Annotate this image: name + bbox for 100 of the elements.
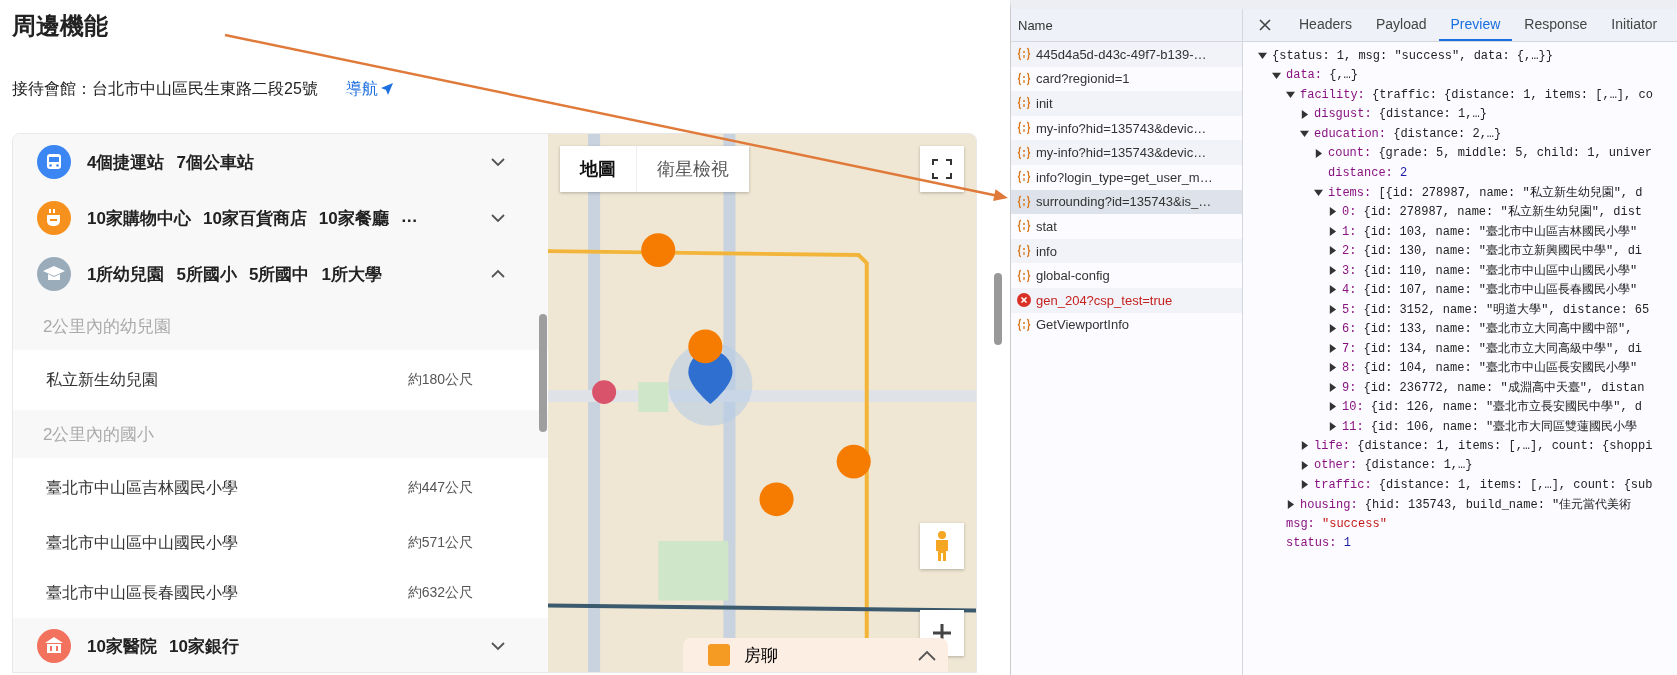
request-row[interactable]: my-info?hid=135743&devic… <box>1011 140 1242 165</box>
scrollbar[interactable] <box>539 314 547 432</box>
json-icon <box>1017 170 1031 185</box>
expand-toggle-icon[interactable] <box>1272 70 1281 80</box>
json-icon <box>1017 317 1031 332</box>
panel-tab[interactable]: Payload <box>1363 9 1439 41</box>
expand-toggle-icon[interactable] <box>1286 499 1295 509</box>
category-header[interactable]: 1所幼兒園 5所國小 5所國中 1所大學 <box>13 246 548 302</box>
expand-toggle-icon[interactable] <box>1300 109 1309 119</box>
request-row[interactable]: gen_204?csp_test=true <box>1011 287 1242 313</box>
expand-toggle-icon[interactable] <box>1258 51 1267 61</box>
navigation-arrow-icon <box>379 82 394 96</box>
json-icon <box>1017 71 1031 86</box>
json-entry: status: 1 <box>1286 536 1351 551</box>
group-heading: 2公里內的幼兒園 <box>13 302 548 350</box>
json-entry: count: {grade: 5, middle: 5, child: 1, univer <box>1328 146 1653 161</box>
place-name: 臺北市中山區吉林國民小學 <box>46 477 239 498</box>
expand-toggle-icon[interactable] <box>1328 285 1337 295</box>
request-row[interactable]: GetViewportInfo <box>1011 312 1242 338</box>
expand-toggle-icon[interactable] <box>1328 226 1337 236</box>
navigation-link[interactable]: 導航 <box>345 78 394 100</box>
json-entry: traffic: {distance: 1, items: [,…], count: {sub <box>1314 477 1653 492</box>
category-header[interactable]: 4個捷運站 7個公車站 <box>13 134 548 190</box>
expand-toggle-icon[interactable] <box>1286 90 1295 100</box>
fullscreen-button[interactable] <box>920 146 964 192</box>
category-count: 7個公車站 <box>176 151 254 174</box>
expand-toggle-icon[interactable] <box>1328 246 1337 256</box>
fullscreen-icon <box>932 159 952 179</box>
request-row[interactable]: info <box>1011 238 1242 264</box>
page-title: 周邊機能 <box>12 11 109 41</box>
category-count: 4個捷運站 <box>87 151 165 174</box>
category-count: 1所大學 <box>321 263 382 286</box>
expand-toggle-icon[interactable] <box>1300 460 1309 470</box>
json-icon <box>1017 194 1031 209</box>
json-entry: 1: {id: 103, name: "臺北市中山區吉林國民小學" <box>1342 223 1638 240</box>
json-entry: education: {distance: 2,…} <box>1314 126 1502 141</box>
json-entry: msg: "success" <box>1286 516 1387 531</box>
category-count: 5所國中 <box>248 263 310 286</box>
panel-tab[interactable]: Headers <box>1287 9 1364 41</box>
expand-toggle-icon[interactable] <box>1328 324 1337 334</box>
category-count: 1所幼兒園 <box>87 263 165 286</box>
expand-toggle-icon[interactable] <box>1300 441 1309 451</box>
chat-bar[interactable]: 房聊 <box>683 638 948 672</box>
place-name: 私立新生幼兒園 <box>46 369 159 390</box>
json-icon <box>1017 244 1031 259</box>
json-entry: 9: {id: 236772, name: "成淵高中天臺", distan <box>1342 379 1645 396</box>
expand-toggle-icon[interactable] <box>1328 207 1337 217</box>
json-entry: 3: {id: 110, name: "臺北市中山區中山國民小學" <box>1342 262 1638 279</box>
map-type-tab[interactable]: 衛星檢視 <box>636 146 749 192</box>
request-row[interactable]: stat <box>1011 214 1242 239</box>
request-row[interactable]: my-info?hid=135743&devic… <box>1011 115 1242 141</box>
place-distance: 約180公尺 <box>407 371 473 389</box>
json-entry: 4: {id: 107, name: "臺北市中山區長春國民小學" <box>1342 282 1638 299</box>
json-entry: 11: {id: 106, name: "臺北市大同區雙蓮國民小學 <box>1342 418 1638 435</box>
scrollbar[interactable] <box>994 273 1002 345</box>
json-entry: other: {distance: 1,…} <box>1314 458 1473 473</box>
category-count: 10家醫院 <box>87 635 157 658</box>
json-icon <box>1017 219 1031 234</box>
json-entry: life: {distance: 1, items: [,…], count: {shoppi <box>1314 438 1653 453</box>
request-row[interactable]: info?login_type=get_user_m… <box>1011 164 1242 190</box>
place-distance: 約571公尺 <box>407 534 473 552</box>
request-row[interactable]: 445d4a5d-d43c-49f7-b139-… <box>1011 42 1242 67</box>
expand-toggle-icon[interactable] <box>1328 265 1337 275</box>
category-count: 10家銀行 <box>168 635 239 658</box>
category-header[interactable]: 10家醫院 10家銀行 <box>13 618 548 672</box>
column-header[interactable]: Name <box>1011 9 1242 42</box>
place-distance: 約447公尺 <box>407 479 473 497</box>
expand-toggle-icon[interactable] <box>1328 343 1337 353</box>
panel-tab[interactable]: Preview <box>1438 9 1513 41</box>
expand-toggle-icon[interactable] <box>1314 187 1323 197</box>
category-count: 10家百貨商店 <box>202 207 307 230</box>
json-entry: 6: {id: 133, name: "臺北市立大同高中國中部", <box>1342 321 1633 338</box>
panel-tab[interactable]: Response <box>1512 9 1600 41</box>
json-entry: 8: {id: 104, name: "臺北市中山區長安國民小學" <box>1342 360 1638 377</box>
json-entry: data: {,…} <box>1286 68 1359 83</box>
json-entry: 2: {id: 130, name: "臺北市立新興國民中學", di <box>1342 243 1643 260</box>
json-icon <box>1017 268 1031 283</box>
request-row[interactable]: init <box>1011 91 1242 116</box>
expand-toggle-icon[interactable] <box>1328 363 1337 373</box>
place-name: 臺北市中山區長春國民小學 <box>46 582 239 603</box>
panel-tab[interactable]: Initiator <box>1599 9 1670 41</box>
expand-toggle-icon[interactable] <box>1300 480 1309 490</box>
expand-toggle-icon[interactable] <box>1328 402 1337 412</box>
map-type-tab[interactable]: 地圖 <box>560 146 636 192</box>
request-row[interactable]: card?regionid=1 <box>1011 66 1242 92</box>
expand-toggle-icon[interactable] <box>1300 129 1309 139</box>
expand-toggle-icon[interactable] <box>1314 148 1323 158</box>
expand-toggle-icon[interactable] <box>1328 304 1337 314</box>
category-header[interactable]: 10家購物中心 10家百貨商店 10家餐廳 … <box>13 190 548 246</box>
request-row[interactable]: global-config <box>1011 263 1242 288</box>
json-entry: housing: {hid: 135743, build_name: "佳元當代美術 <box>1300 496 1632 513</box>
json-entry: 7: {id: 134, name: "臺北市立大同高級中學", di <box>1342 340 1643 357</box>
json-entry: 5: {id: 3152, name: "明道大學", distance: 65 <box>1342 301 1650 318</box>
json-icon <box>1017 47 1031 62</box>
request-row[interactable]: surrounding?id=135743&is_… <box>1011 189 1242 215</box>
pegman-icon <box>933 530 951 562</box>
json-entry: distance: 2 <box>1328 165 1408 180</box>
place-distance: 約632公尺 <box>407 584 473 602</box>
expand-toggle-icon[interactable] <box>1328 421 1337 431</box>
expand-toggle-icon[interactable] <box>1328 382 1337 392</box>
